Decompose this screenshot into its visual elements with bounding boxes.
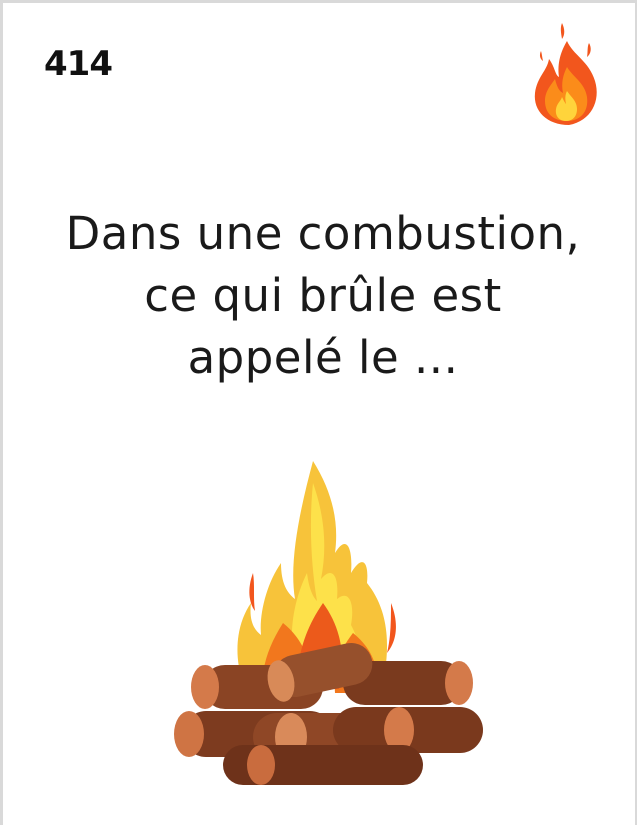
question-text: Dans une combustion, ce qui brûle est ap… bbox=[23, 203, 623, 389]
campfire-logs bbox=[174, 642, 483, 785]
game-card: 414 Dans une combustion, ce qui brûle es… bbox=[0, 0, 637, 825]
question-line: ce qui brûle est bbox=[144, 269, 502, 322]
question-line: Dans une combustion, bbox=[65, 207, 581, 260]
card-number: 414 bbox=[44, 44, 113, 84]
fire-icon bbox=[534, 23, 597, 125]
question-line: appelé le ... bbox=[187, 331, 459, 384]
campfire-illustration bbox=[174, 461, 483, 785]
